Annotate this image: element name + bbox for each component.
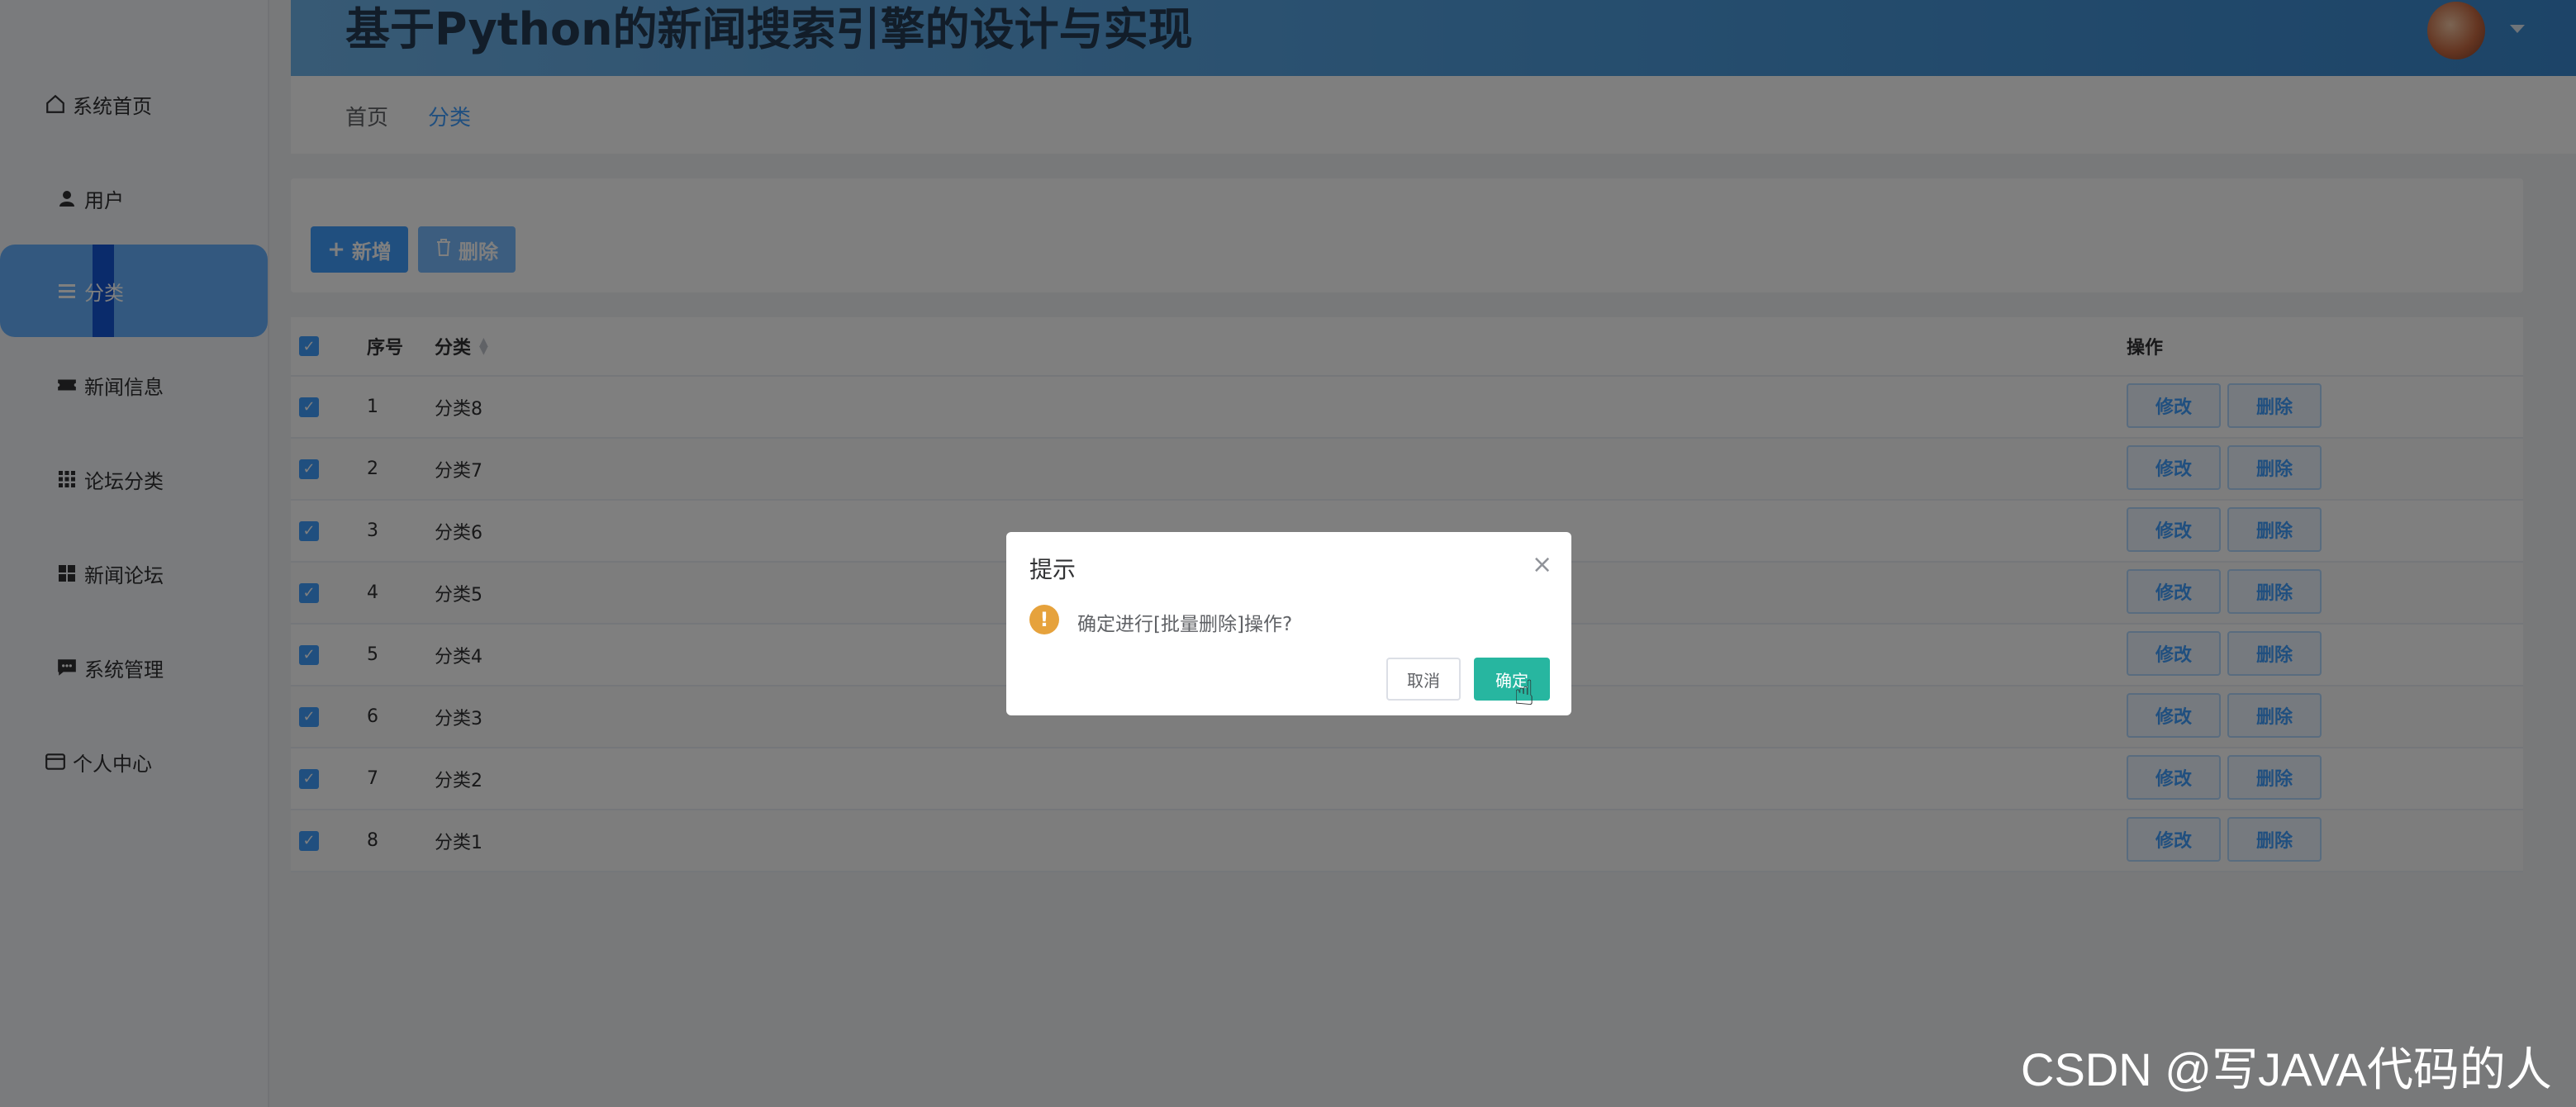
dialog-title: 提示 [1029, 556, 1077, 583]
confirm-dialog: 提示 × ! 确定进行[批量删除]操作? 取消 确定 [1006, 532, 1571, 715]
warning-icon: ! [1029, 605, 1059, 634]
watermark: CSDN @写JAVA代码的人 [2021, 1043, 2552, 1095]
dialog-message: 确定进行[批量删除]操作? [1077, 614, 1293, 635]
confirm-button[interactable]: 确定 [1474, 658, 1550, 701]
cancel-button[interactable]: 取消 [1386, 658, 1461, 701]
close-icon[interactable]: × [1532, 550, 1552, 579]
hand-cursor-icon: ☝ [1514, 672, 1535, 713]
